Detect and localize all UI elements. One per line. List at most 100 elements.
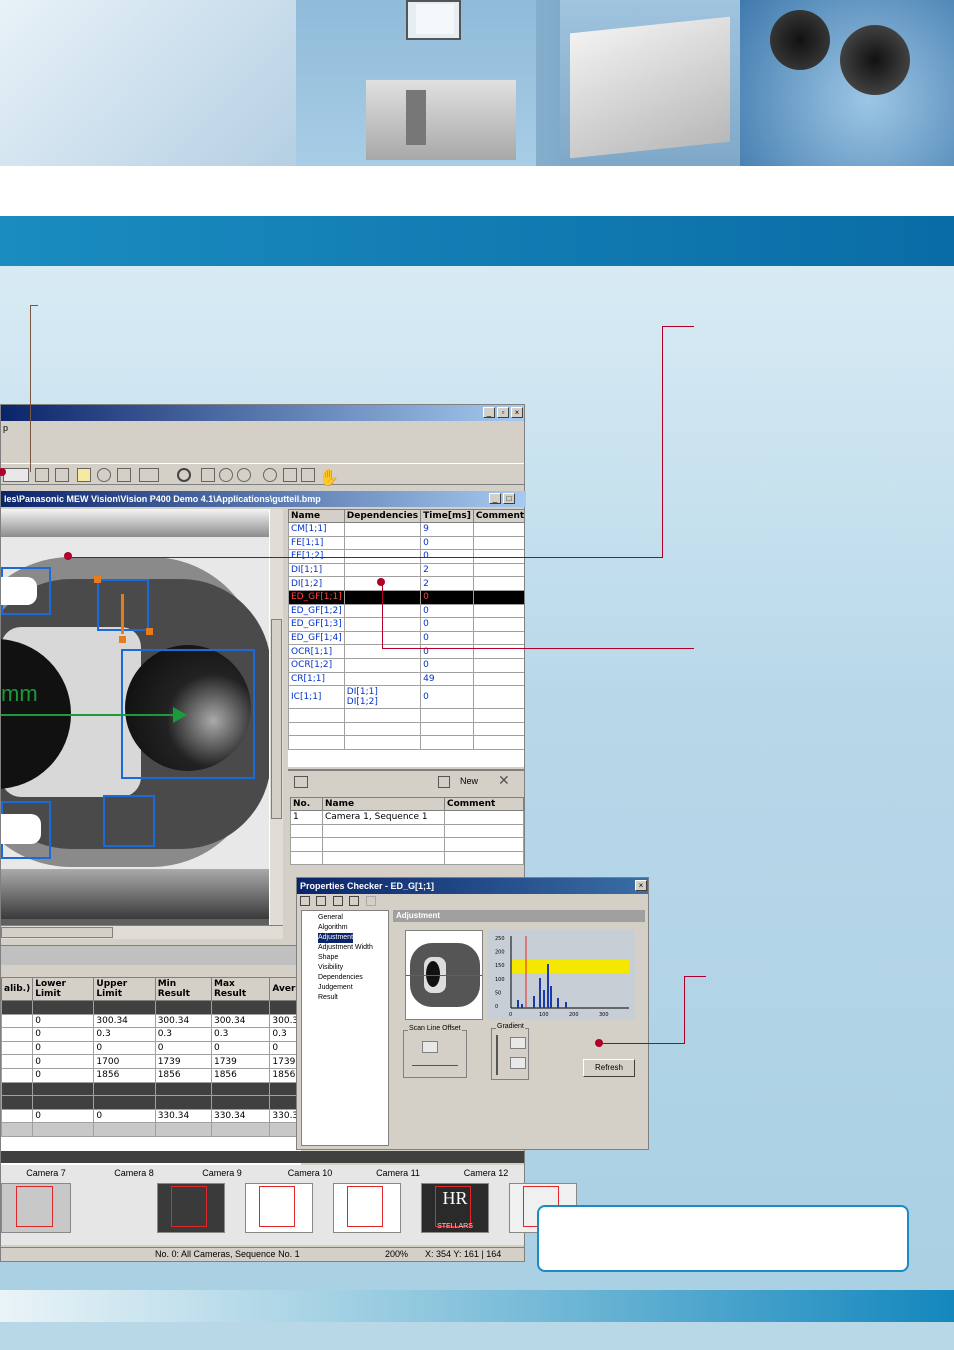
results-row[interactable]: 0 1700 1739 1739 1739 — [1, 1054, 301, 1069]
results-col[interactable]: Min Result — [154, 977, 212, 1001]
new-sequence-button[interactable]: New — [460, 776, 478, 786]
refresh-button[interactable]: Refresh — [583, 1059, 635, 1077]
pc-open-icon[interactable] — [349, 896, 360, 906]
bottom-band — [0, 1290, 954, 1322]
results-row[interactable]: 0 300.34 300.34 300.34 300.3 — [1, 1013, 301, 1029]
pc-tree-item[interactable]: Adjustment — [318, 933, 354, 943]
delete-icon[interactable]: ✕ — [498, 772, 510, 789]
scan-line-offset-slider[interactable] — [412, 1065, 458, 1066]
zoom-actual-icon[interactable] — [283, 468, 297, 482]
minimize-button[interactable]: _ — [483, 407, 495, 418]
pc-pin-icon[interactable] — [300, 896, 310, 906]
checker-row[interactable]: IC[1;1] DI[1;1] DI[1;2] 0 — [288, 685, 524, 710]
checker-row[interactable]: CR[1;1] 49 — [288, 671, 524, 687]
callout-line-image-h — [70, 557, 663, 558]
document-icon[interactable] — [117, 468, 131, 482]
col-time[interactable]: Time[ms] — [420, 509, 474, 523]
text-tool-icon[interactable] — [77, 468, 91, 482]
pc-save-icon[interactable] — [332, 896, 343, 906]
image-minimize-button[interactable]: _ — [489, 493, 501, 504]
checker-row[interactable]: FE[1;1] 0 — [288, 535, 524, 551]
image-vscrollbar[interactable] — [269, 509, 283, 925]
scan-line-offset-input[interactable] — [422, 1041, 438, 1053]
results-col[interactable]: Upper Limit — [93, 977, 156, 1001]
zoom-out-icon[interactable] — [263, 468, 277, 482]
pc-tree-item[interactable]: Visibility — [318, 963, 388, 973]
results-cell: 0 — [154, 1040, 212, 1056]
checker-row[interactable]: OCR[1;1] 0 — [288, 644, 524, 659]
results-row[interactable]: 0 0.3 0.3 0.3 0.3 — [1, 1027, 301, 1042]
checker-row[interactable]: ED_GF[1;1] 0 — [288, 589, 524, 605]
pc-tree-item[interactable]: Judgement — [318, 983, 388, 993]
checker-row[interactable]: OCR[1;2] 0 — [288, 657, 524, 673]
seq-col-name[interactable]: Name — [322, 797, 445, 811]
search-icon[interactable] — [177, 468, 191, 482]
col-name[interactable]: Name — [288, 509, 345, 523]
restore-button[interactable]: ▫ — [497, 407, 509, 418]
results-col[interactable]: Lower Limit — [32, 977, 95, 1001]
dropdown-tool-icon[interactable] — [139, 468, 159, 482]
pc-tree-item[interactable]: Result — [318, 993, 388, 1003]
checker-cell-time: 0 — [420, 630, 474, 646]
sequence-row[interactable]: 1 Camera 1, Sequence 1 — [290, 810, 524, 825]
checker-row[interactable]: ED_GF[1;3] 0 — [288, 617, 524, 632]
gradient-input-bottom[interactable] — [510, 1057, 526, 1069]
thumb11-caption: STELLARS — [437, 1223, 473, 1230]
results-col[interactable]: alib.) — [1, 977, 34, 1001]
col-comment[interactable]: Comment — [472, 509, 524, 523]
checker-row[interactable]: DI[1;2] 2 — [288, 576, 524, 591]
gear-icon[interactable] — [97, 468, 111, 482]
col-dependencies[interactable]: Dependencies — [343, 509, 422, 523]
checker-row[interactable]: DI[1;1] 2 — [288, 562, 524, 578]
results-row[interactable]: 00000 — [1, 1040, 301, 1056]
pc-tree-item[interactable]: Dependencies — [318, 973, 388, 983]
pc-close-button[interactable]: × — [635, 880, 647, 891]
new-sequence-icon[interactable] — [438, 776, 450, 788]
edge-arrow — [121, 594, 124, 634]
results-cell: 1856 — [154, 1067, 212, 1083]
camera-thumbnail[interactable] — [245, 1183, 313, 1233]
zoom-in-icon[interactable] — [237, 468, 251, 482]
zoom-fit-icon[interactable] — [219, 468, 233, 482]
image-path-title: les\Panasonic MEW Vision\Vision P400 Dem… — [1, 491, 526, 507]
menu-bar[interactable]: p — [1, 423, 8, 437]
gradient-input-top[interactable] — [510, 1037, 526, 1049]
checker-row[interactable]: ED_GF[1;4] 0 — [288, 630, 524, 646]
camera-thumbnail[interactable] — [333, 1183, 401, 1233]
zoom-frame-icon[interactable] — [301, 468, 315, 482]
seq-row-no: 1 — [290, 810, 323, 825]
gradient-slider[interactable] — [496, 1035, 498, 1075]
camera-thumbnail[interactable] — [157, 1183, 225, 1233]
pc-tree-item[interactable]: General — [318, 913, 388, 923]
results-row[interactable]: 0 1856 1856 1856 1856 — [1, 1067, 301, 1083]
results-scrollbar[interactable] — [1, 1151, 524, 1163]
zoom-point-icon[interactable] — [201, 468, 215, 482]
image-maximize-button[interactable]: □ — [503, 493, 515, 504]
results-cell: 1700 — [93, 1054, 156, 1069]
inspection-image[interactable]: mm — [1, 509, 269, 925]
gradient-label: Gradient — [496, 1023, 525, 1030]
checker-cell-name: OCR[1;1] — [288, 644, 345, 659]
pc-tree-item[interactable]: Algorithm — [318, 923, 388, 933]
pc-copy-icon[interactable] — [316, 896, 327, 906]
sequence-list-icon[interactable] — [294, 776, 308, 788]
hand-pan-icon[interactable]: ✋ — [319, 468, 341, 487]
list-view-icon[interactable] — [3, 468, 29, 482]
pc-cut-icon[interactable] — [365, 896, 376, 906]
camera-thumbnail[interactable] — [1, 1183, 71, 1233]
checker-row[interactable]: CM[1;1] 9 — [288, 522, 524, 537]
results-row[interactable]: 0 0 330.34 330.34 330.3 — [1, 1108, 301, 1124]
seq-col-comment[interactable]: Comment — [444, 797, 524, 811]
pc-tree-item[interactable]: Adjustment Width — [318, 943, 388, 953]
checker-row[interactable]: ED_GF[1;2] 0 — [288, 603, 524, 619]
close-button[interactable]: × — [511, 407, 523, 418]
banner-pc-photo — [296, 0, 536, 166]
camera-thumbnail[interactable]: HR STELLARS — [421, 1183, 489, 1233]
roi-box-bottom-mid[interactable] — [103, 795, 155, 847]
image-hscrollbar[interactable] — [1, 925, 283, 939]
tool-b-icon[interactable] — [55, 468, 69, 482]
results-col[interactable]: Max Result — [210, 977, 271, 1001]
tool-a-icon[interactable] — [35, 468, 49, 482]
seq-col-no[interactable]: No. — [290, 797, 323, 811]
pc-tree-item[interactable]: Shape — [318, 953, 388, 963]
